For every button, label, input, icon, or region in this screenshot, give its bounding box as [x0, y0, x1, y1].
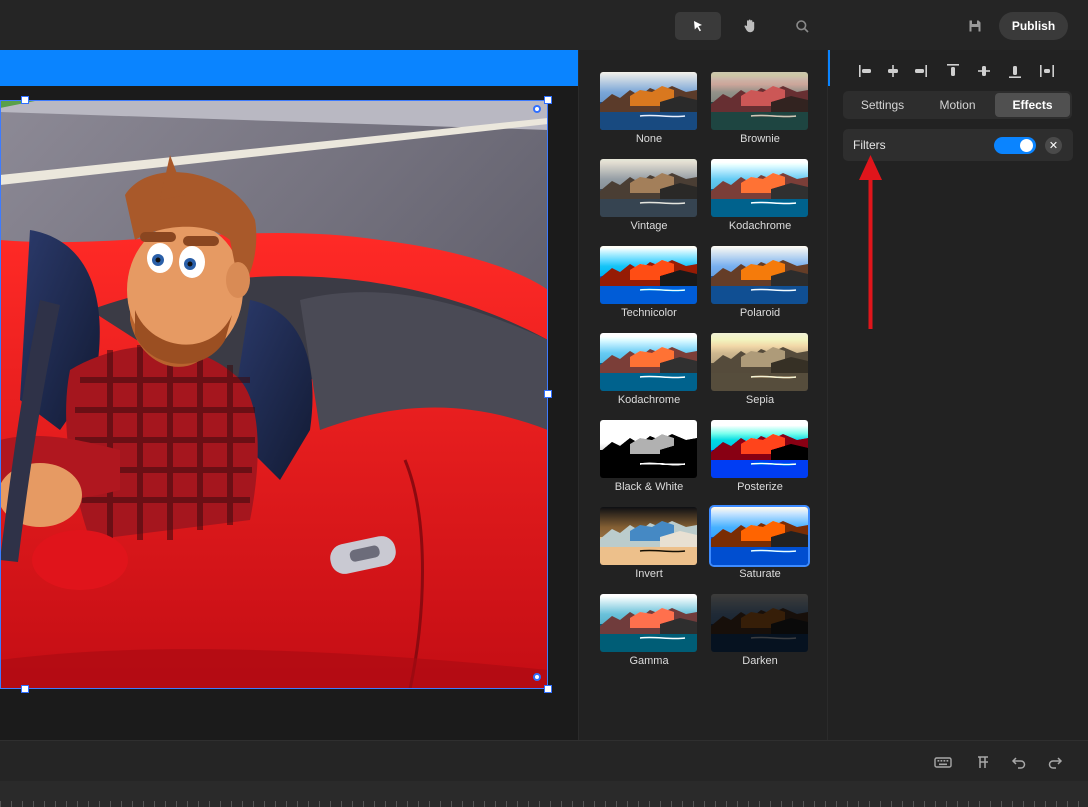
filter-label: Posterize — [737, 481, 783, 493]
video-frame[interactable] — [0, 100, 548, 689]
resize-handle-right[interactable] — [544, 390, 552, 398]
filter-thumbnail-kodachrome[interactable] — [711, 159, 808, 217]
filter-thumbnail-sepia[interactable] — [711, 333, 808, 391]
filter-label: None — [635, 133, 663, 145]
save-button[interactable] — [964, 15, 986, 37]
tab-motion[interactable]: Motion — [920, 93, 995, 117]
tab-settings[interactable]: Settings — [845, 93, 920, 117]
keyboard-icon[interactable] — [934, 753, 952, 771]
filter-label: Saturate — [739, 568, 781, 580]
filter-thumbnail-vintage[interactable] — [600, 159, 697, 217]
align-bottom-icon[interactable] — [1006, 62, 1024, 80]
align-top-icon[interactable] — [944, 62, 962, 80]
filter-label: Darken — [742, 655, 778, 667]
resize-handle-top[interactable] — [21, 96, 29, 104]
hand-icon — [744, 19, 755, 33]
bottom-toolbar — [0, 740, 1088, 781]
selected-track-strip — [0, 50, 578, 86]
filter-preview-image — [600, 420, 697, 478]
filters-toggle[interactable] — [994, 137, 1036, 154]
filter-label: Gamma — [629, 655, 669, 667]
remove-filters-button[interactable]: ✕ — [1045, 137, 1062, 154]
timeline[interactable] — [0, 781, 1088, 807]
filters-panel: None Brownie Vintage Kodachrome Technicolor P… — [578, 50, 828, 740]
toggle-knob — [1020, 139, 1033, 152]
select-tool-button[interactable] — [675, 12, 721, 40]
filter-label: Technicolor — [621, 307, 677, 319]
filter-thumbnail-bw[interactable] — [600, 420, 697, 478]
filter-preview-image — [600, 507, 697, 565]
align-middle-vertical-icon[interactable] — [975, 62, 993, 80]
split-icon[interactable] — [974, 753, 992, 771]
filter-label: Invert — [635, 568, 663, 580]
rotate-handle-bottom[interactable] — [533, 673, 541, 681]
pan-tool-button[interactable] — [727, 12, 773, 40]
filter-label: Kodachrome — [617, 394, 681, 406]
filter-label: Vintage — [630, 220, 668, 232]
filter-thumbnail-brownie[interactable] — [711, 72, 808, 130]
undo-icon[interactable] — [1010, 753, 1028, 771]
filter-thumbnail-technicolor[interactable] — [600, 246, 697, 304]
timeline-ruler — [0, 801, 1088, 807]
filter-label: Brownie — [740, 133, 780, 145]
distribute-horizontal-icon[interactable] — [1038, 62, 1056, 80]
align-right-icon[interactable] — [911, 62, 929, 80]
save-icon — [969, 20, 981, 32]
filter-preview-image — [711, 72, 808, 130]
align-left-icon[interactable] — [857, 62, 875, 80]
cursor-icon — [694, 21, 702, 32]
filter-preview-image — [711, 159, 808, 217]
filter-thumbnail-posterize[interactable] — [711, 420, 808, 478]
top-toolbar: Publish — [0, 0, 1088, 50]
filter-thumbnail-polaroid[interactable] — [711, 246, 808, 304]
filter-preview-image — [711, 507, 808, 565]
publish-button[interactable]: Publish — [999, 12, 1068, 40]
close-icon: ✕ — [1048, 140, 1059, 152]
filters-label: Filters — [853, 138, 886, 152]
filter-preview-image — [711, 594, 808, 652]
filter-thumbnail-kodachrome2[interactable] — [600, 333, 697, 391]
filter-preview-image — [600, 159, 697, 217]
properties-panel: Settings Motion Effects Filters ✕ — [828, 50, 1088, 740]
filter-preview-image — [600, 246, 697, 304]
filter-preview-image — [711, 246, 808, 304]
filter-thumbnail-none[interactable] — [600, 72, 697, 130]
resize-handle-bottom-right[interactable] — [544, 685, 552, 693]
filter-label: Sepia — [745, 394, 775, 406]
filter-label: Kodachrome — [728, 220, 792, 232]
filter-preview-image — [600, 594, 697, 652]
annotation-arrow — [859, 155, 882, 329]
filter-label: Black & White — [614, 481, 684, 493]
filter-preview-image — [711, 420, 808, 478]
filter-thumbnail-darken[interactable] — [711, 594, 808, 652]
filter-thumbnail-gamma[interactable] — [600, 594, 697, 652]
resize-handle-top-right[interactable] — [544, 96, 552, 104]
filter-preview-image — [600, 72, 697, 130]
canvas-area[interactable] — [0, 50, 578, 740]
align-center-horizontal-icon[interactable] — [884, 62, 902, 80]
filter-preview-image — [600, 333, 697, 391]
rotate-handle-top[interactable] — [533, 105, 541, 113]
properties-tabs: Settings Motion Effects — [843, 91, 1072, 119]
zoom-tool-button[interactable] — [779, 12, 825, 40]
redo-icon[interactable] — [1046, 753, 1064, 771]
resize-handle-bottom[interactable] — [21, 685, 29, 693]
panel-accent-bar — [828, 50, 830, 86]
filter-thumbnail-saturate[interactable] — [709, 505, 810, 567]
tab-effects[interactable]: Effects — [995, 93, 1070, 117]
filter-preview-image — [711, 333, 808, 391]
search-icon — [795, 19, 809, 33]
video-frame-image — [0, 100, 548, 689]
filter-thumbnail-invert[interactable] — [600, 507, 697, 565]
filter-label: Polaroid — [739, 307, 781, 319]
